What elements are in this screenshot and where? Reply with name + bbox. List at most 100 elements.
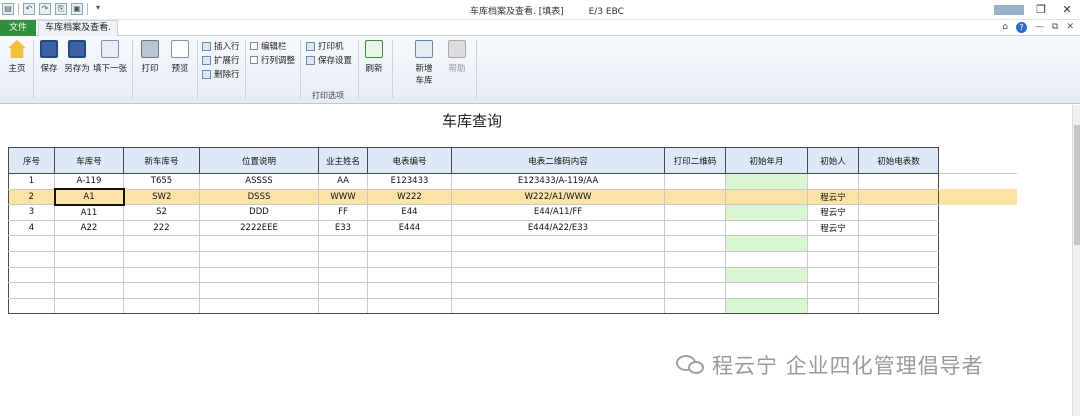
cell[interactable]: 1 [8,173,55,190]
tab-file[interactable]: 文件 [0,20,36,36]
cell[interactable] [367,266,452,284]
cell[interactable] [725,282,808,299]
cell[interactable] [725,250,808,268]
column-adjust-checkbox[interactable]: 行列调整 [250,54,295,66]
undo-icon[interactable]: ↶ [23,3,35,15]
cell[interactable] [199,250,319,268]
cell[interactable] [54,266,124,284]
cell[interactable]: 程云宁 [807,219,859,237]
cell[interactable] [451,282,665,299]
cell[interactable]: E123433/A-119/AA [451,173,665,190]
cell[interactable]: W222 [367,188,452,206]
cell[interactable] [807,266,859,284]
copy-icon[interactable]: ⎘ [55,3,67,15]
cell[interactable]: E123433 [367,173,452,190]
col-header[interactable]: 电表编号 [367,147,452,174]
empty-row[interactable] [8,297,1017,315]
cell[interactable] [725,235,808,252]
cell[interactable] [858,297,939,315]
table-row[interactable]: 1 A-119 T655 ASSSS AA E123433 E123433/A-… [8,173,1017,190]
cell[interactable] [54,282,124,299]
cell[interactable] [8,250,55,268]
save-button[interactable]: 保存 [37,40,61,74]
cell[interactable] [807,173,859,190]
cell[interactable] [54,297,124,315]
fill-next-button[interactable]: 填下一张 [92,40,128,74]
col-header[interactable]: 车库号 [54,147,124,174]
cell[interactable]: 222 [123,219,200,237]
cell[interactable]: FF [318,204,368,221]
cell[interactable]: E444 [367,219,452,237]
doc-close-icon[interactable]: ✕ [1066,22,1074,33]
help-button[interactable]: 帮助 [445,40,469,74]
cell[interactable] [664,204,726,221]
cell[interactable]: E44 [367,204,452,221]
cell[interactable] [451,297,665,315]
cell[interactable] [8,266,55,284]
home-button[interactable]: 主页 [4,40,30,74]
help-icon[interactable]: ? [1016,22,1028,33]
cell[interactable] [451,235,665,252]
cell[interactable] [318,235,368,252]
delete-row-button[interactable]: 删除行 [202,68,240,80]
cell[interactable]: 程云宁 [807,188,859,206]
app-menu-icon[interactable]: ▤ [2,3,14,15]
cell[interactable]: AA [318,173,368,190]
cell[interactable] [451,250,665,268]
minimize-button[interactable] [994,5,1024,15]
tab-main[interactable]: 车库档案及查看. [38,20,118,37]
cell[interactable]: DSSS [199,188,319,206]
col-header[interactable]: 初始年月 [725,147,808,174]
cell[interactable] [725,173,808,190]
cell[interactable] [725,204,808,221]
cell[interactable] [54,235,124,252]
printer-button[interactable]: 打印机 [306,40,344,52]
cell[interactable]: E44/A11/FF [451,204,665,221]
cell[interactable]: 程云宁 [807,204,859,221]
col-header[interactable]: 业主姓名 [318,147,368,174]
cell[interactable] [123,297,200,315]
cell[interactable] [664,297,726,315]
cell[interactable]: SW2 [123,188,200,206]
cell[interactable] [318,250,368,268]
cell[interactable] [807,235,859,252]
cell[interactable]: E444/A22/E33 [451,219,665,237]
cell[interactable]: WWW [318,188,368,206]
cell[interactable] [199,266,319,284]
cell[interactable]: T655 [123,173,200,190]
cell[interactable] [199,282,319,299]
cell[interactable]: DDD [199,204,319,221]
table-row[interactable]: 3 A11 S2 DDD FF E44 E44/A11/FF 程云宁 [8,204,1017,221]
cell[interactable] [725,266,808,284]
cell[interactable] [725,188,808,206]
col-header[interactable]: 初始电表数 [858,147,939,174]
cell[interactable] [451,266,665,284]
cell[interactable] [123,266,200,284]
cell[interactable] [318,282,368,299]
col-header[interactable]: 序号 [8,147,55,174]
print-button[interactable]: 打印 [138,40,162,74]
cell[interactable] [807,250,859,268]
cell[interactable]: 4 [8,219,55,237]
close-button[interactable]: ✕ [1054,0,1080,20]
paste-icon[interactable]: ▣ [71,3,83,15]
cell[interactable] [664,219,726,237]
preview-button[interactable]: 预览 [168,40,192,74]
cell[interactable] [725,219,808,237]
cell[interactable] [367,250,452,268]
cell[interactable] [318,266,368,284]
refresh-button[interactable]: 刷新 [362,40,386,74]
cell[interactable]: A22 [54,219,124,237]
col-header[interactable]: 初始人 [807,147,859,174]
cell[interactable]: 3 [8,204,55,221]
cell[interactable] [807,297,859,315]
empty-row[interactable] [8,250,1017,268]
cell[interactable] [858,219,939,237]
cell[interactable]: 2222EEE [199,219,319,237]
cell[interactable]: 2 [8,188,55,206]
cell[interactable] [858,250,939,268]
cell-focused[interactable]: A1 [53,188,125,206]
cell[interactable] [664,188,726,206]
cell[interactable] [199,235,319,252]
cell[interactable]: E33 [318,219,368,237]
